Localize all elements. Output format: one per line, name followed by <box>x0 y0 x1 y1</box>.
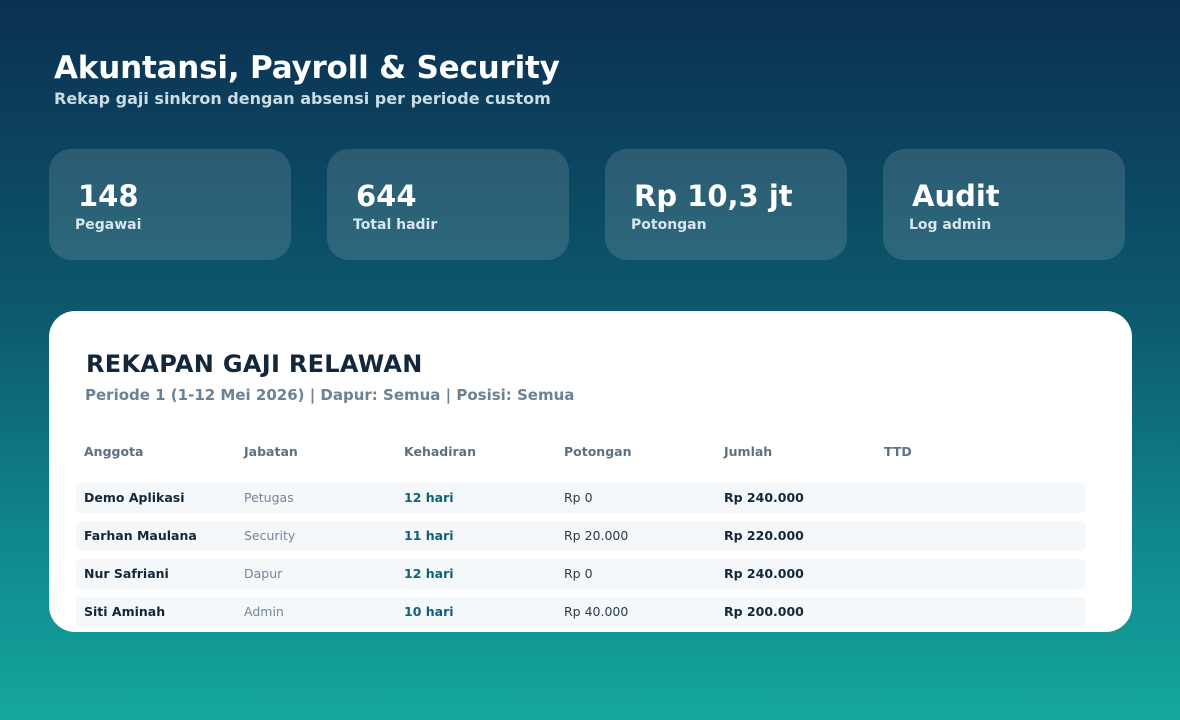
report-period: Periode 1 (1-12 Mei 2026) | Dapur: Semua… <box>85 386 575 404</box>
member-total: Rp 220.000 <box>724 528 804 543</box>
stat-card-audit[interactable]: Audit Log admin <box>883 149 1125 260</box>
page-subtitle: Rekap gaji sinkron dengan absensi per pe… <box>54 89 551 108</box>
stat-card-attendance: 644 Total hadir <box>327 149 569 260</box>
member-attendance: 12 hari <box>404 490 454 505</box>
member-attendance: 11 hari <box>404 528 454 543</box>
stat-label: Total hadir <box>353 217 438 233</box>
table-row[interactable]: Demo Aplikasi Petugas 12 hari Rp 0 Rp 24… <box>76 483 1086 513</box>
member-name: Farhan Maulana <box>84 528 197 543</box>
payroll-report-panel: REKAPAN GAJI RELAWAN Periode 1 (1-12 Mei… <box>49 311 1132 632</box>
stat-value: Rp 10,3 jt <box>634 179 793 213</box>
stat-value: 644 <box>356 179 417 213</box>
member-position: Security <box>244 528 296 543</box>
member-deduction: Rp 0 <box>564 490 593 505</box>
member-position: Dapur <box>244 566 283 581</box>
member-position: Petugas <box>244 490 294 505</box>
column-header-member: Anggota <box>84 444 144 459</box>
column-header-signature: TTD <box>884 444 912 459</box>
page-title: Akuntansi, Payroll & Security <box>54 50 560 86</box>
member-position: Admin <box>244 604 284 619</box>
stat-value: Audit <box>912 179 1000 213</box>
table-row[interactable]: Nur Safriani Dapur 12 hari Rp 0 Rp 240.0… <box>76 559 1086 589</box>
stat-label: Pegawai <box>75 217 142 233</box>
table-row[interactable]: Siti Aminah Admin 10 hari Rp 40.000 Rp 2… <box>76 597 1086 627</box>
member-name: Demo Aplikasi <box>84 490 185 505</box>
column-header-total: Jumlah <box>724 444 773 459</box>
page-header: Akuntansi, Payroll & Security Rekap gaji… <box>54 50 560 109</box>
member-deduction: Rp 40.000 <box>564 604 629 619</box>
stat-value: 148 <box>78 179 139 213</box>
stat-card-deductions: Rp 10,3 jt Potongan <box>605 149 847 260</box>
column-header-attendance: Kehadiran <box>404 444 477 459</box>
member-deduction: Rp 20.000 <box>564 528 629 543</box>
column-header-deduction: Potongan <box>564 444 632 459</box>
table-row[interactable]: Farhan Maulana Security 11 hari Rp 20.00… <box>76 521 1086 551</box>
member-attendance: 12 hari <box>404 566 454 581</box>
stat-label: Potongan <box>631 217 707 233</box>
stat-label: Log admin <box>909 217 992 233</box>
stat-card-employees: 148 Pegawai <box>49 149 291 260</box>
member-total: Rp 200.000 <box>724 604 804 619</box>
member-name: Siti Aminah <box>84 604 166 619</box>
report-title: REKAPAN GAJI RELAWAN <box>86 350 423 378</box>
table-header: Anggota Jabatan Kehadiran Potongan Jumla… <box>84 443 1086 463</box>
member-attendance: 10 hari <box>404 604 454 619</box>
member-total: Rp 240.000 <box>724 490 804 505</box>
member-name: Nur Safriani <box>84 566 169 581</box>
member-total: Rp 240.000 <box>724 566 804 581</box>
column-header-position: Jabatan <box>244 444 298 459</box>
member-deduction: Rp 0 <box>564 566 593 581</box>
